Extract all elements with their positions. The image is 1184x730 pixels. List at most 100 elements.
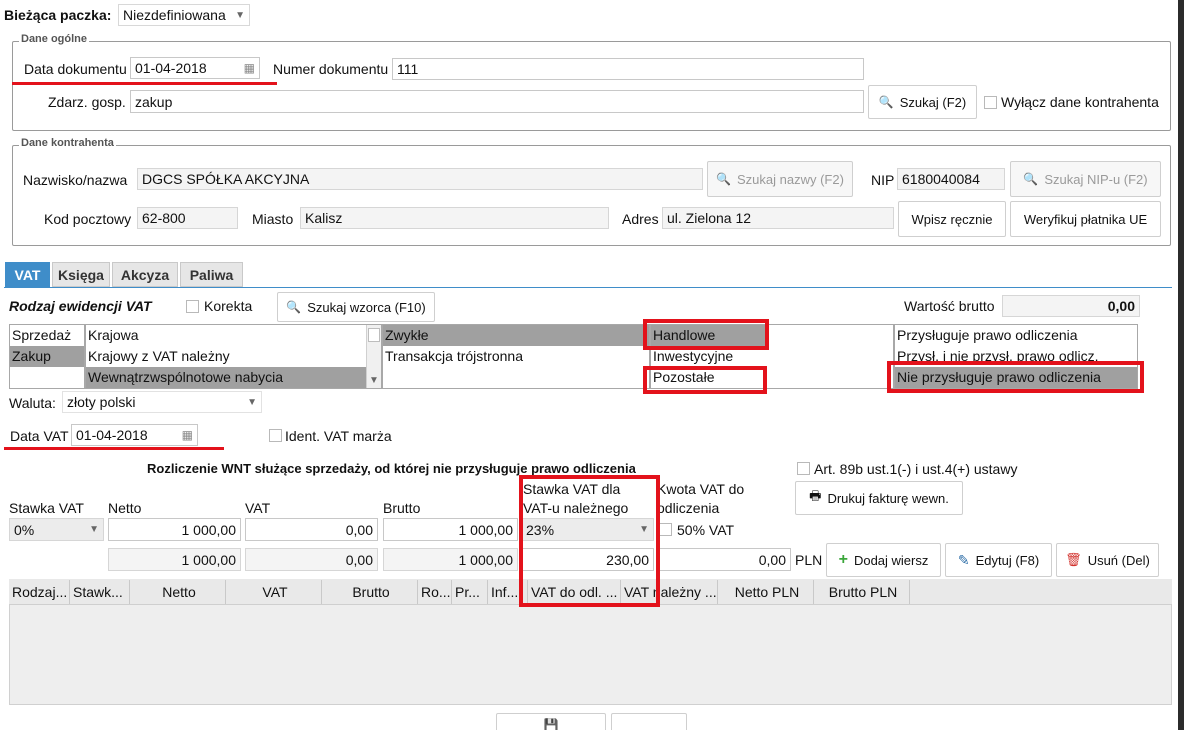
disable-contractor-label: Wyłącz dane kontrahenta <box>1001 94 1159 110</box>
vat-date-input[interactable]: 01-04-2018 ▦ <box>71 424 198 446</box>
list-item[interactable]: Krajowy z VAT należny <box>86 346 367 367</box>
disable-contractor-checkbox[interactable] <box>984 96 997 109</box>
contractor-title: Dane kontrahenta <box>19 137 116 149</box>
col-header[interactable]: Stawk... <box>70 580 130 604</box>
template-search-button[interactable]: 🔍 Szukaj wzorca (F10) <box>277 292 435 322</box>
col-header[interactable]: VAT do odl. ... <box>528 580 621 604</box>
list-item[interactable]: Inwestycyjne <box>651 346 893 367</box>
tab-divider <box>4 287 1172 288</box>
postal-value: 62-800 <box>142 210 186 226</box>
city-input[interactable]: Kalisz <box>300 207 609 229</box>
net-input[interactable]: 1 000,00 <box>108 518 241 541</box>
list-item[interactable]: Zwykłe <box>383 325 649 346</box>
ident-margin-label: Ident. VAT marża <box>285 428 392 444</box>
col-header[interactable]: Brutto <box>322 580 418 604</box>
vat-header: VAT <box>245 500 271 516</box>
tab-ledger[interactable]: Księga <box>52 262 110 287</box>
gross-value-field: 0,00 <box>1002 295 1140 317</box>
rate-due-select[interactable]: 23% ▼ <box>521 518 654 541</box>
half-vat-label: 50% VAT <box>677 522 735 538</box>
currency-select[interactable]: złoty polski ▼ <box>62 391 262 413</box>
correction-label: Korekta <box>204 298 253 314</box>
verify-eu-button[interactable]: Weryfikuj płatnika UE <box>1010 201 1161 237</box>
list-item[interactable]: Przysł. i nie przysł. prawo odlicz. <box>895 346 1137 367</box>
delete-button[interactable]: 🗑 Usuń (Del) <box>1056 543 1159 577</box>
col-header[interactable]: Ro... <box>418 580 452 604</box>
search-name-button[interactable]: 🔍 Szukaj nazwy (F2) <box>707 161 853 197</box>
postal-label: Kod pocztowy <box>44 211 132 227</box>
list-item[interactable]: Sprzedaż <box>10 325 84 346</box>
tab-vat[interactable]: VAT <box>5 262 50 287</box>
chevron-down-icon: ▼ <box>235 9 245 21</box>
calendar-icon[interactable]: ▦ <box>182 428 193 442</box>
vat-deduct-value: 0,00 <box>758 551 786 568</box>
list-item[interactable]: Transakcja trójstronna <box>383 346 649 367</box>
list-item[interactable]: Nie przysługuje prawo odliczenia <box>895 367 1137 388</box>
scroll-thumb[interactable] <box>368 328 380 342</box>
event-value: zakup <box>135 93 173 110</box>
art-89b-label: Art. 89b ust.1(-) i ust.4(+) ustawy <box>814 461 1018 477</box>
list-item[interactable]: Pozostałe <box>651 367 893 388</box>
doc-number-input[interactable]: 111 <box>392 58 864 80</box>
rate-select[interactable]: 0% ▼ <box>9 518 104 541</box>
list-scrollbar[interactable]: ▼ <box>366 325 381 388</box>
batch-select[interactable]: Niezdefiniowana ▼ <box>118 4 250 26</box>
tab-fuel[interactable]: Paliwa <box>180 262 243 287</box>
vat-deduct-input[interactable]: 0,00 <box>657 548 791 571</box>
print-internal-invoice-button[interactable]: 🖶 Drukuj fakturę wewn. <box>795 481 963 515</box>
list-item[interactable]: Przysługuje prawo odliczenia <box>895 325 1137 346</box>
tab-excise[interactable]: Akcyza <box>112 262 178 287</box>
list-item[interactable]: Handlowe <box>651 325 766 346</box>
purpose-list[interactable]: Handlowe Inwestycyjne Pozostałe <box>650 324 894 389</box>
search-nip-button[interactable]: 🔍 Szukaj NIP-u (F2) <box>1010 161 1161 197</box>
rate-header: Stawka VAT <box>9 500 84 516</box>
col-header[interactable]: VAT należny ... <box>621 580 718 604</box>
list-item[interactable]: Zakup <box>10 346 84 367</box>
transaction-type-list[interactable]: Krajowa Krajowy z VAT należny Wewnątrzws… <box>85 324 382 389</box>
search-icon: 🔍 <box>878 95 894 109</box>
event-input[interactable]: zakup <box>130 90 864 113</box>
edit-button[interactable]: ✎ Edytuj (F8) <box>945 543 1052 577</box>
name-input[interactable]: DGCS SPÓŁKA AKCYJNA <box>137 168 703 190</box>
add-row-label: Dodaj wiersz <box>853 552 929 568</box>
ident-margin-checkbox[interactable] <box>269 429 282 442</box>
col-header[interactable]: VAT <box>226 580 322 604</box>
cancel-button[interactable] <box>611 713 687 730</box>
vat-due-input[interactable]: 230,00 <box>521 548 654 571</box>
vat-input[interactable]: 0,00 <box>245 518 378 541</box>
add-row-button[interactable]: + Dodaj wiersz <box>826 543 941 577</box>
list-item[interactable]: Wewnątrzwspólnotowe nabycia <box>86 367 367 388</box>
search-button[interactable]: 🔍 Szukaj (F2) <box>868 85 977 119</box>
save-button[interactable]: 💾 <box>496 713 606 730</box>
batch-value: Niezdefiniowana <box>123 7 226 23</box>
half-vat-checkbox[interactable] <box>659 523 672 536</box>
batch-label: Bieżąca paczka: <box>4 7 112 23</box>
col-header[interactable]: Netto <box>130 580 226 604</box>
net-header: Netto <box>108 500 142 516</box>
deduction-right-list[interactable]: Przysługuje prawo odliczenia Przysł. i n… <box>894 324 1138 389</box>
rate-due-header: Stawka VAT dla <box>523 481 621 497</box>
col-header[interactable]: Pr... <box>452 580 488 604</box>
template-search-label: Szukaj wzorca (F10) <box>307 299 426 315</box>
nip-input[interactable]: 6180040084 <box>897 168 1005 190</box>
gross-input[interactable]: 1 000,00 <box>383 518 518 541</box>
chevron-down-icon[interactable]: ▼ <box>369 375 379 386</box>
search-nip-label: Szukaj NIP-u (F2) <box>1044 171 1148 187</box>
col-header[interactable]: Rodzaj... <box>9 580 70 604</box>
calendar-icon[interactable]: ▦ <box>244 61 255 75</box>
doc-date-input[interactable]: 01-04-2018 ▦ <box>130 57 260 79</box>
col-header[interactable]: Netto PLN <box>718 580 814 604</box>
col-header[interactable]: Brutto PLN <box>814 580 910 604</box>
postal-input[interactable]: 62-800 <box>137 207 238 229</box>
art-89b-checkbox[interactable] <box>797 462 810 475</box>
manual-entry-button[interactable]: Wpisz ręcznie <box>898 201 1006 237</box>
sale-purchase-list[interactable]: Sprzedaż Zakup <box>9 324 85 389</box>
list-item[interactable]: Krajowa <box>86 325 367 346</box>
transaction-kind-list[interactable]: Zwykłe Transakcja trójstronna <box>382 324 650 389</box>
col-header[interactable]: Inf... <box>488 580 528 604</box>
chevron-down-icon: ▼ <box>247 396 257 408</box>
currency-value: złoty polski <box>67 394 136 410</box>
doc-number-value: 111 <box>397 61 419 77</box>
address-input[interactable]: ul. Zielona 12 <box>662 207 894 229</box>
correction-checkbox[interactable] <box>186 300 199 313</box>
